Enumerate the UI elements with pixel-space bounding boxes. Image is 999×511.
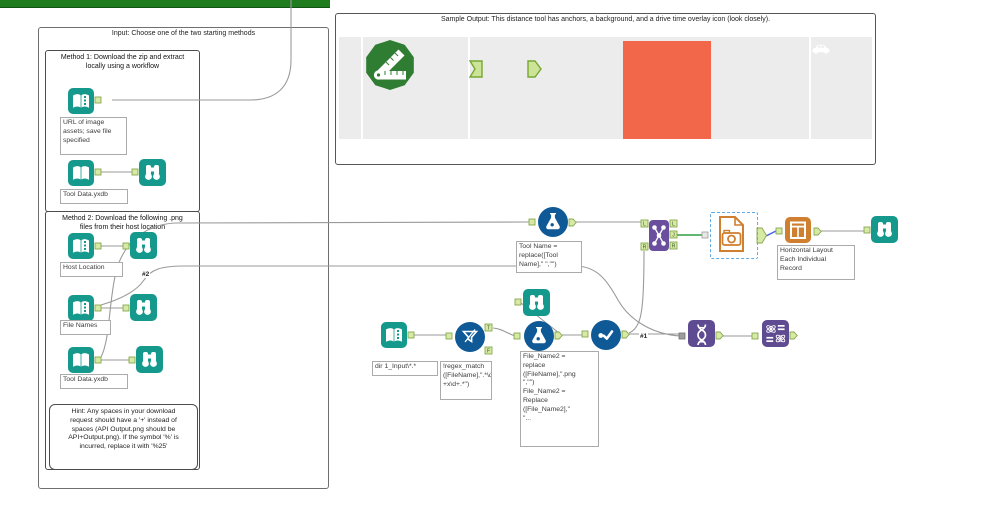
output-anchor <box>813 227 822 236</box>
anchor-letter: T <box>487 326 490 332</box>
anchor-letter: R <box>643 245 647 251</box>
annotation-tooldata2[interactable]: Tool Data.yxdb <box>60 374 128 389</box>
input-anchor <box>751 332 759 340</box>
connection-wire-selected-blue[interactable] <box>765 230 777 237</box>
image-tool[interactable] <box>712 214 754 255</box>
output-anchor <box>568 218 577 227</box>
annotation-tooldata1[interactable]: Tool Data.yxdb <box>60 189 128 204</box>
input-anchor <box>122 304 130 312</box>
output-anchor <box>94 96 102 104</box>
input-anchor <box>122 242 130 250</box>
output-anchor <box>756 227 768 244</box>
annotation-url[interactable]: URL of image assets; save file specified <box>60 117 127 155</box>
output-anchor <box>554 331 563 340</box>
input-data-tool-file-names[interactable] <box>68 295 94 321</box>
output-anchor <box>94 242 102 250</box>
connection-number-2: #2 <box>141 271 151 278</box>
output-anchor <box>715 331 724 340</box>
browse-tool[interactable] <box>523 289 550 316</box>
output-anchor <box>407 331 415 339</box>
input-anchor-gray[interactable] <box>701 231 709 239</box>
input-anchor <box>513 332 521 340</box>
anchor-letter: R <box>672 244 676 250</box>
input-data-tool-url[interactable] <box>68 88 94 114</box>
anchor-letter: F <box>487 349 490 355</box>
input-anchor <box>445 332 453 340</box>
connections[interactable] <box>100 0 864 361</box>
connection-number-1: #1 <box>639 333 649 340</box>
hint-comment-box[interactable]: Hint: Any spaces in your download reques… <box>49 404 198 470</box>
input-anchor <box>528 218 536 226</box>
dna-helix-tool[interactable] <box>688 320 715 347</box>
output-anchor <box>94 304 102 312</box>
unique-tool[interactable] <box>591 320 621 350</box>
browse-tool[interactable] <box>136 346 163 373</box>
annotation-formula2[interactable]: File_Name2 = replace ([FileName],".png "… <box>520 351 599 447</box>
join-tool[interactable] <box>649 220 669 251</box>
input-data-tool-host-location[interactable] <box>68 233 94 259</box>
browse-tool[interactable] <box>130 232 157 259</box>
output-anchor <box>789 331 798 340</box>
atom-equals-tool[interactable] <box>762 320 789 347</box>
output-anchor <box>94 356 102 364</box>
input-anchor <box>131 168 139 176</box>
input-anchor <box>775 227 783 235</box>
annotation-host-location[interactable]: Host Location <box>60 262 123 277</box>
annotation-formula1[interactable]: Tool Name = replace([Tool Name]," ","") <box>516 241 582 273</box>
workflow-canvas[interactable]: Input: Choose one of the two starting me… <box>0 0 999 511</box>
input-anchor-gray[interactable] <box>678 332 686 340</box>
browse-tool[interactable] <box>871 216 898 243</box>
connection-wire <box>492 327 516 337</box>
input-data-tool-tooldata1[interactable] <box>68 160 94 186</box>
annotation-layout[interactable]: Horizontal Layout Each Individual Record <box>777 245 855 280</box>
formula-tool-filename2[interactable] <box>524 321 554 351</box>
output-anchor <box>94 168 102 176</box>
input-data-tool-tooldata2[interactable] <box>68 347 94 373</box>
input-anchor <box>581 330 589 338</box>
anchor-letter: L <box>643 222 646 228</box>
browse-tool[interactable] <box>130 294 157 321</box>
input-anchor <box>514 298 522 306</box>
output-anchor <box>621 330 630 339</box>
browse-tool[interactable] <box>139 159 166 186</box>
filter-tool-regex[interactable] <box>455 322 485 352</box>
anchor-letter: L <box>672 222 675 228</box>
annotation-dir-input[interactable]: dir 1_Input\*.* <box>372 361 438 376</box>
input-anchor <box>863 226 871 234</box>
annotation-file-names[interactable]: File Names <box>60 320 111 335</box>
annotation-regex[interactable]: !regex_match ([FileName],".*\d +x\d+.*") <box>440 361 492 400</box>
input-anchor <box>128 356 136 364</box>
formula-tool-toolname[interactable] <box>538 207 568 237</box>
layout-tool[interactable] <box>785 217 811 243</box>
connection-wire <box>112 0 292 101</box>
input-data-tool-dir[interactable] <box>381 322 407 348</box>
